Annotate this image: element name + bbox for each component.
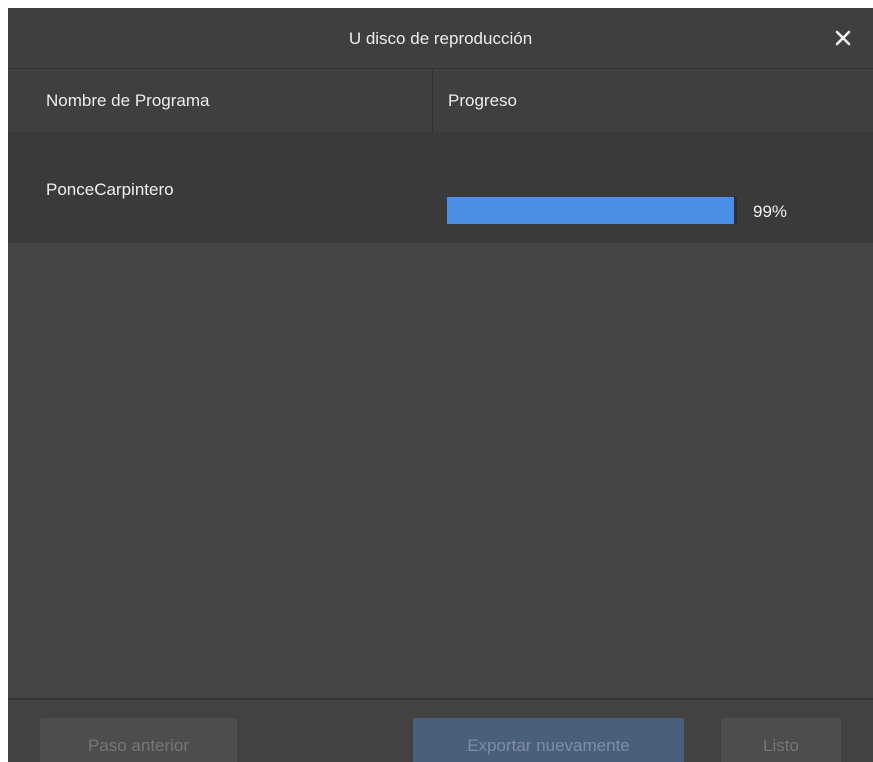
close-icon — [835, 30, 851, 46]
column-header-progress: Progreso — [448, 91, 517, 110]
progress-bar-fill — [447, 197, 735, 224]
close-button[interactable] — [831, 26, 855, 50]
dialog-footer: Paso anterior Exportar nuevamente Listo — [8, 698, 873, 762]
table-header: Nombre de Programa Progreso — [8, 69, 873, 132]
playback-usb-dialog: U disco de reproducción Nombre de Progra… — [8, 8, 873, 762]
dialog-titlebar: U disco de reproducción — [8, 8, 873, 69]
table-row[interactable]: PonceCarpintero 99% — [8, 132, 873, 243]
dialog-title: U disco de reproducción — [348, 29, 533, 48]
progress-bar — [447, 197, 737, 224]
column-header-program-name: Nombre de Programa — [46, 91, 210, 110]
done-button[interactable]: Listo — [721, 718, 841, 762]
progress-percent: 99% — [753, 202, 788, 221]
export-again-button[interactable]: Exportar nuevamente — [413, 718, 684, 762]
program-name: PonceCarpintero — [46, 180, 174, 199]
column-divider — [432, 69, 433, 132]
previous-step-button[interactable]: Paso anterior — [40, 718, 237, 762]
